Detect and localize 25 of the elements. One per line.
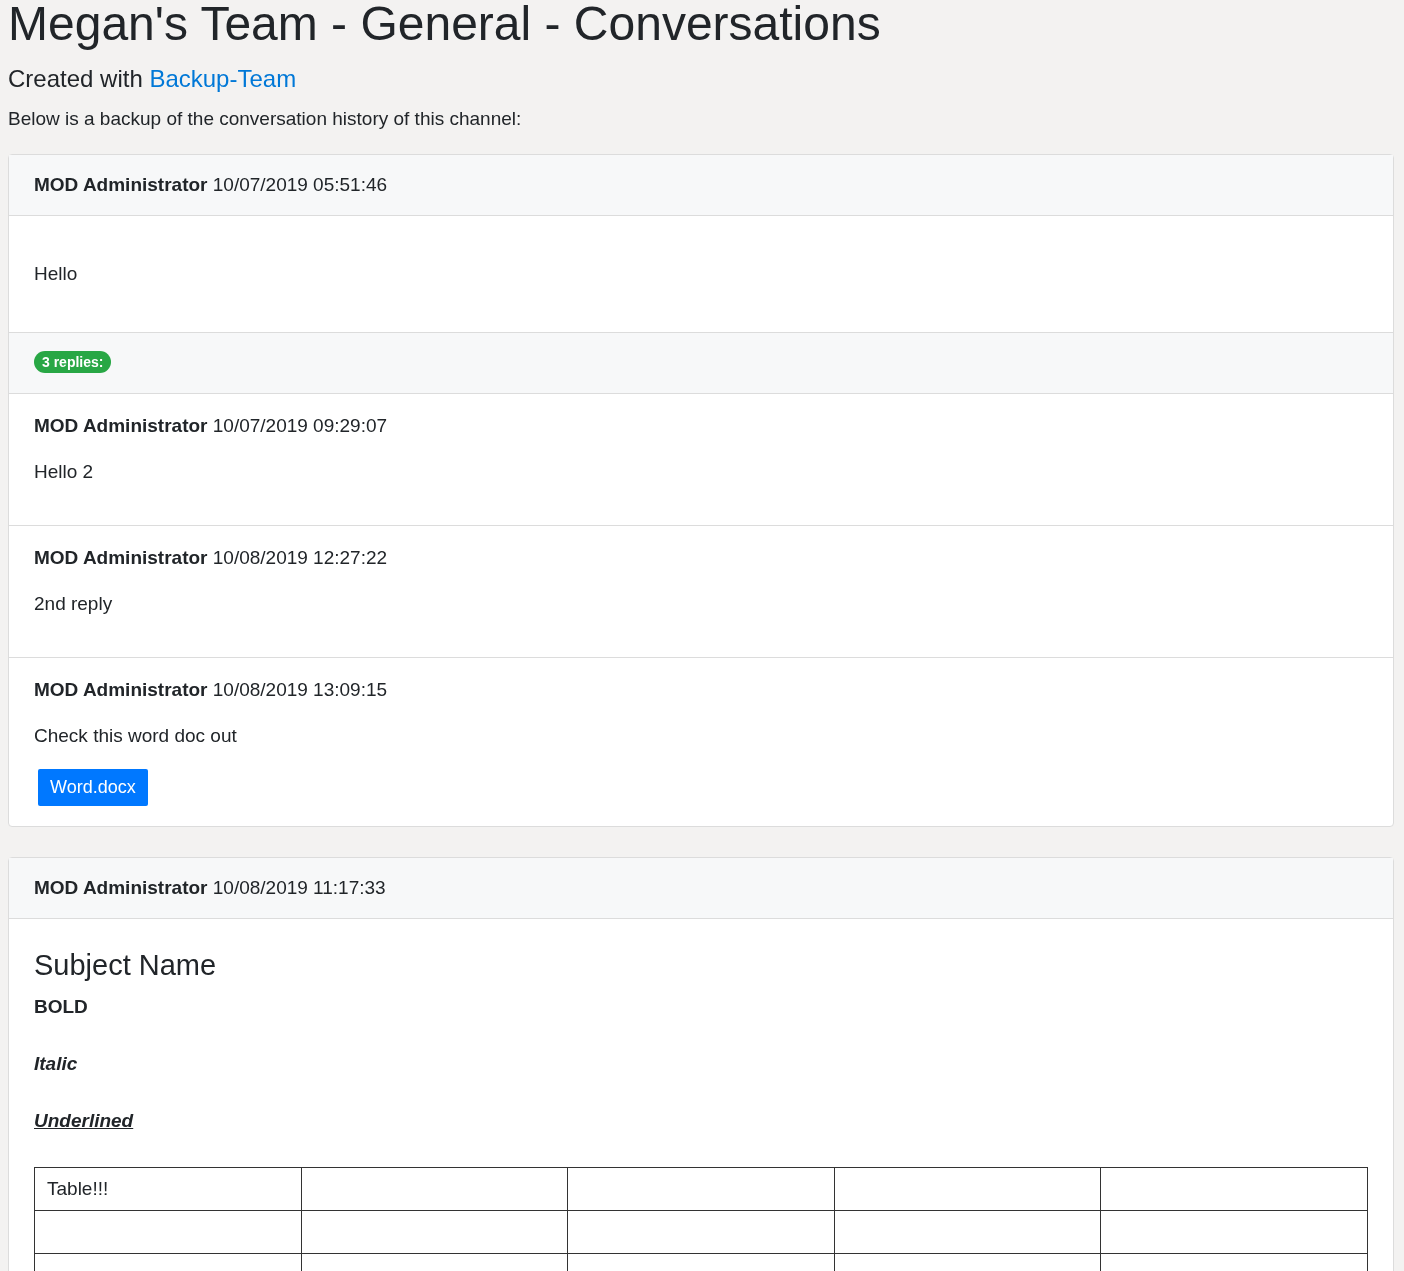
author-name: MOD Administrator (34, 547, 208, 568)
timestamp: 10/08/2019 13:09:15 (212, 679, 388, 700)
underlined-text: Underlined (34, 1110, 135, 1132)
timestamp: 10/08/2019 11:17:33 (212, 877, 386, 898)
timestamp: 10/07/2019 05:51:46 (212, 174, 388, 195)
table-cell: Table!!! (34, 1167, 302, 1211)
timestamp: 10/07/2019 09:29:07 (212, 415, 388, 436)
reply-text: Check this word doc out (34, 724, 238, 748)
author-name: MOD Administrator (34, 679, 208, 700)
attachment-button[interactable]: Word.docx (38, 769, 148, 806)
replies-count-badge: 3 replies: (34, 351, 112, 373)
bold-text: BOLD (34, 996, 89, 1018)
reply-text: Hello 2 (34, 460, 95, 484)
subject-heading: Subject Name (34, 949, 218, 982)
author-name: MOD Administrator (34, 174, 208, 195)
subtitle-text: Created with (8, 65, 143, 92)
italic-text: Italic (34, 1053, 79, 1075)
message-text: Hello (34, 262, 79, 286)
page-title: Megan's Team - General - Conversations (8, 0, 882, 50)
intro-text: Below is a backup of the conversation history of this channel: (8, 107, 523, 131)
author-name: MOD Administrator (34, 415, 208, 436)
reply-text: 2nd reply (34, 592, 114, 616)
timestamp: 10/08/2019 12:27:22 (212, 547, 388, 568)
author-name: MOD Administrator (34, 877, 208, 898)
backup-team-link[interactable]: Backup-Team (149, 65, 297, 92)
